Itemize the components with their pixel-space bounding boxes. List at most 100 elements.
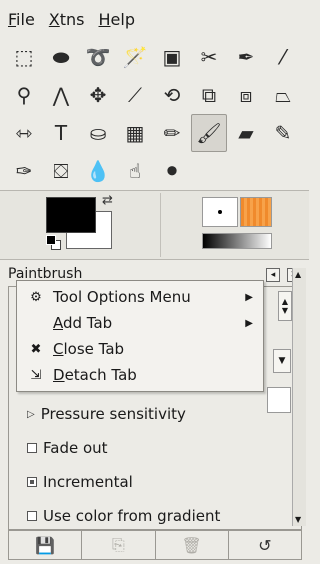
- select-by-color-icon: ▣: [162, 45, 182, 69]
- ink-icon: ✑: [15, 159, 33, 183]
- brush-preview[interactable]: [202, 197, 238, 227]
- tool-rect-select-button[interactable]: ⬚: [6, 38, 42, 76]
- reset-options-button[interactable]: ↺: [229, 531, 301, 559]
- tool-text-button[interactable]: T: [43, 114, 79, 152]
- dock-menu-button[interactable]: ◂: [266, 268, 280, 282]
- menu-item-label: Add Tab: [53, 314, 113, 332]
- zoom-icon: ⚲: [16, 83, 32, 107]
- menubar: File Xtns Help: [0, 0, 309, 38]
- incremental-label: Incremental: [43, 473, 133, 491]
- menu-help[interactable]: Help: [99, 10, 135, 29]
- menu-help-label: elp: [110, 9, 135, 29]
- gradient-preview[interactable]: [202, 233, 272, 249]
- tool-zoom-button[interactable]: ⚲: [6, 76, 42, 114]
- tool-measure-button[interactable]: ⋀: [43, 76, 79, 114]
- save-options-button[interactable]: 💾: [9, 531, 83, 559]
- menu-file[interactable]: File: [8, 10, 35, 29]
- menu-item-label: Detach Tab: [53, 366, 137, 384]
- menu-item-add-tab[interactable]: Add Tab ▶: [25, 311, 257, 335]
- flip-icon: ⇿: [15, 121, 33, 145]
- menu-help-mnemonic: H: [98, 9, 111, 29]
- opacity-spin-buttons[interactable]: ▲ ▼: [278, 291, 292, 321]
- tool-perspective-button[interactable]: ⏢: [265, 76, 301, 114]
- fg-bg-colors: ⇄: [46, 193, 118, 253]
- menu-file-mnemonic: F: [8, 9, 17, 29]
- menu-xtns[interactable]: Xtns: [49, 10, 85, 29]
- ellipse-select-icon: ⬬: [52, 45, 70, 69]
- menu-file-label: ile: [16, 9, 35, 29]
- menu-xtns-mnemonic: X: [48, 9, 60, 29]
- tab-context-menu: ⚙ Tool Options Menu ▶ Add Tab ▶ ✖ Close Tab ⇲ De…: [16, 280, 264, 392]
- tool-blend-button[interactable]: ▦: [117, 114, 153, 152]
- tool-shear-button[interactable]: ⧈: [228, 76, 264, 114]
- crop-icon: ⟋: [128, 83, 142, 107]
- rect-select-icon: ⬚: [14, 45, 34, 69]
- scale-icon: ⧉: [201, 83, 217, 107]
- pressure-label: Pressure sensitivity: [40, 405, 186, 423]
- gradient-option[interactable]: Use color from gradient: [27, 507, 220, 525]
- incremental-option[interactable]: Incremental: [27, 473, 133, 491]
- tool-paths-button[interactable]: ✒: [228, 38, 264, 76]
- tool-free-select-button[interactable]: ➰: [80, 38, 116, 76]
- use-gradient-checkbox[interactable]: [27, 511, 37, 521]
- tool-airbrush-button[interactable]: ✎: [265, 114, 301, 152]
- default-colors-button[interactable]: [46, 235, 56, 245]
- scroll-up-icon[interactable]: ▲: [295, 270, 301, 279]
- tool-move-button[interactable]: ✥: [80, 76, 116, 114]
- incremental-checkbox[interactable]: [27, 477, 37, 487]
- tool-ink-button[interactable]: ✑: [6, 152, 42, 190]
- scroll-down-icon[interactable]: ▼: [295, 515, 301, 524]
- menu-item-detach-tab[interactable]: ⇲ Detach Tab: [25, 363, 257, 387]
- measure-icon: ⋀: [52, 83, 70, 107]
- mode-combo-arrow[interactable]: ▼: [273, 349, 291, 373]
- eraser-icon: ▰: [238, 121, 254, 145]
- free-select-icon: ➰: [85, 45, 111, 69]
- paintbrush-icon: 🖌: [196, 121, 222, 145]
- shear-icon: ⧈: [239, 83, 253, 107]
- toolbox-grid: ⬚ ⬬ ➰ 🪄 ▣ ✂ ✒ ⁄ ⚲ ⋀ ✥ ⟋ ⟲ ⧉ ⧈ ⏢ ⇿ T ⛀ ▦ ✏ 🖌 ▰ ✎ ✑ ⛋ 💧 ☝ ⚫: [6, 38, 306, 190]
- dodge-burn-icon: ⚫: [163, 159, 181, 183]
- brush-field[interactable]: [267, 387, 291, 413]
- tool-clone-button[interactable]: ⛋: [43, 152, 79, 190]
- fade-out-checkbox[interactable]: [27, 443, 37, 453]
- delete-options-button[interactable]: 🗑: [156, 531, 229, 559]
- tool-scale-button[interactable]: ⧉: [191, 76, 227, 114]
- submenu-arrow-icon: ▶: [245, 291, 253, 303]
- tool-select-by-color-button[interactable]: ▣: [154, 38, 190, 76]
- tool-ellipse-select-button[interactable]: ⬬: [43, 38, 79, 76]
- tool-rotate-button[interactable]: ⟲: [154, 76, 190, 114]
- tool-eraser-button[interactable]: ▰: [228, 114, 264, 152]
- tool-dodge-burn-button[interactable]: ⚫: [154, 152, 190, 190]
- tool-bucket-fill-button[interactable]: ⛀: [80, 114, 116, 152]
- pattern-preview[interactable]: [240, 197, 272, 227]
- use-gradient-label: Use color from gradient: [43, 507, 221, 525]
- expander-arrow-icon: ▷: [27, 408, 35, 420]
- pressure-expander[interactable]: ▷ Pressure sensitivity: [27, 405, 186, 423]
- color-picker-icon: ⁄: [281, 45, 285, 69]
- menu-item-close-tab[interactable]: ✖ Close Tab: [25, 337, 257, 361]
- color-area: ⇄: [0, 190, 309, 260]
- move-icon: ✥: [89, 83, 107, 107]
- swap-colors-icon[interactable]: ⇄: [102, 193, 113, 208]
- tool-smudge-button[interactable]: ☝: [117, 152, 153, 190]
- menu-item-tool-options-menu[interactable]: ⚙ Tool Options Menu ▶: [25, 285, 257, 309]
- fade-out-label: Fade out: [43, 439, 108, 457]
- reset-options-icon: ↺: [258, 535, 272, 555]
- tool-fuzzy-select-button[interactable]: 🪄: [117, 38, 153, 76]
- tool-crop-button[interactable]: ⟋: [117, 76, 153, 114]
- fade-out-option[interactable]: Fade out: [27, 439, 108, 457]
- scissors-select-icon: ✂: [200, 45, 218, 69]
- foreground-color-swatch[interactable]: [46, 197, 96, 233]
- tool-color-picker-button[interactable]: ⁄: [265, 38, 301, 76]
- tool-scissors-select-button[interactable]: ✂: [191, 38, 227, 76]
- tool-pencil-button[interactable]: ✏: [154, 114, 190, 152]
- tool-flip-button[interactable]: ⇿: [6, 114, 42, 152]
- pencil-icon: ✏: [163, 121, 181, 145]
- perspective-icon: ⏢: [275, 83, 291, 107]
- tool-blur-sharpen-button[interactable]: 💧: [80, 152, 116, 190]
- restore-options-button[interactable]: ⎘: [82, 531, 156, 559]
- blend-icon: ▦: [125, 121, 145, 145]
- panel-scrollbar[interactable]: ▲ ▼: [292, 268, 306, 526]
- blur-sharpen-icon: 💧: [85, 159, 111, 183]
- tool-paintbrush-button[interactable]: 🖌: [191, 114, 227, 152]
